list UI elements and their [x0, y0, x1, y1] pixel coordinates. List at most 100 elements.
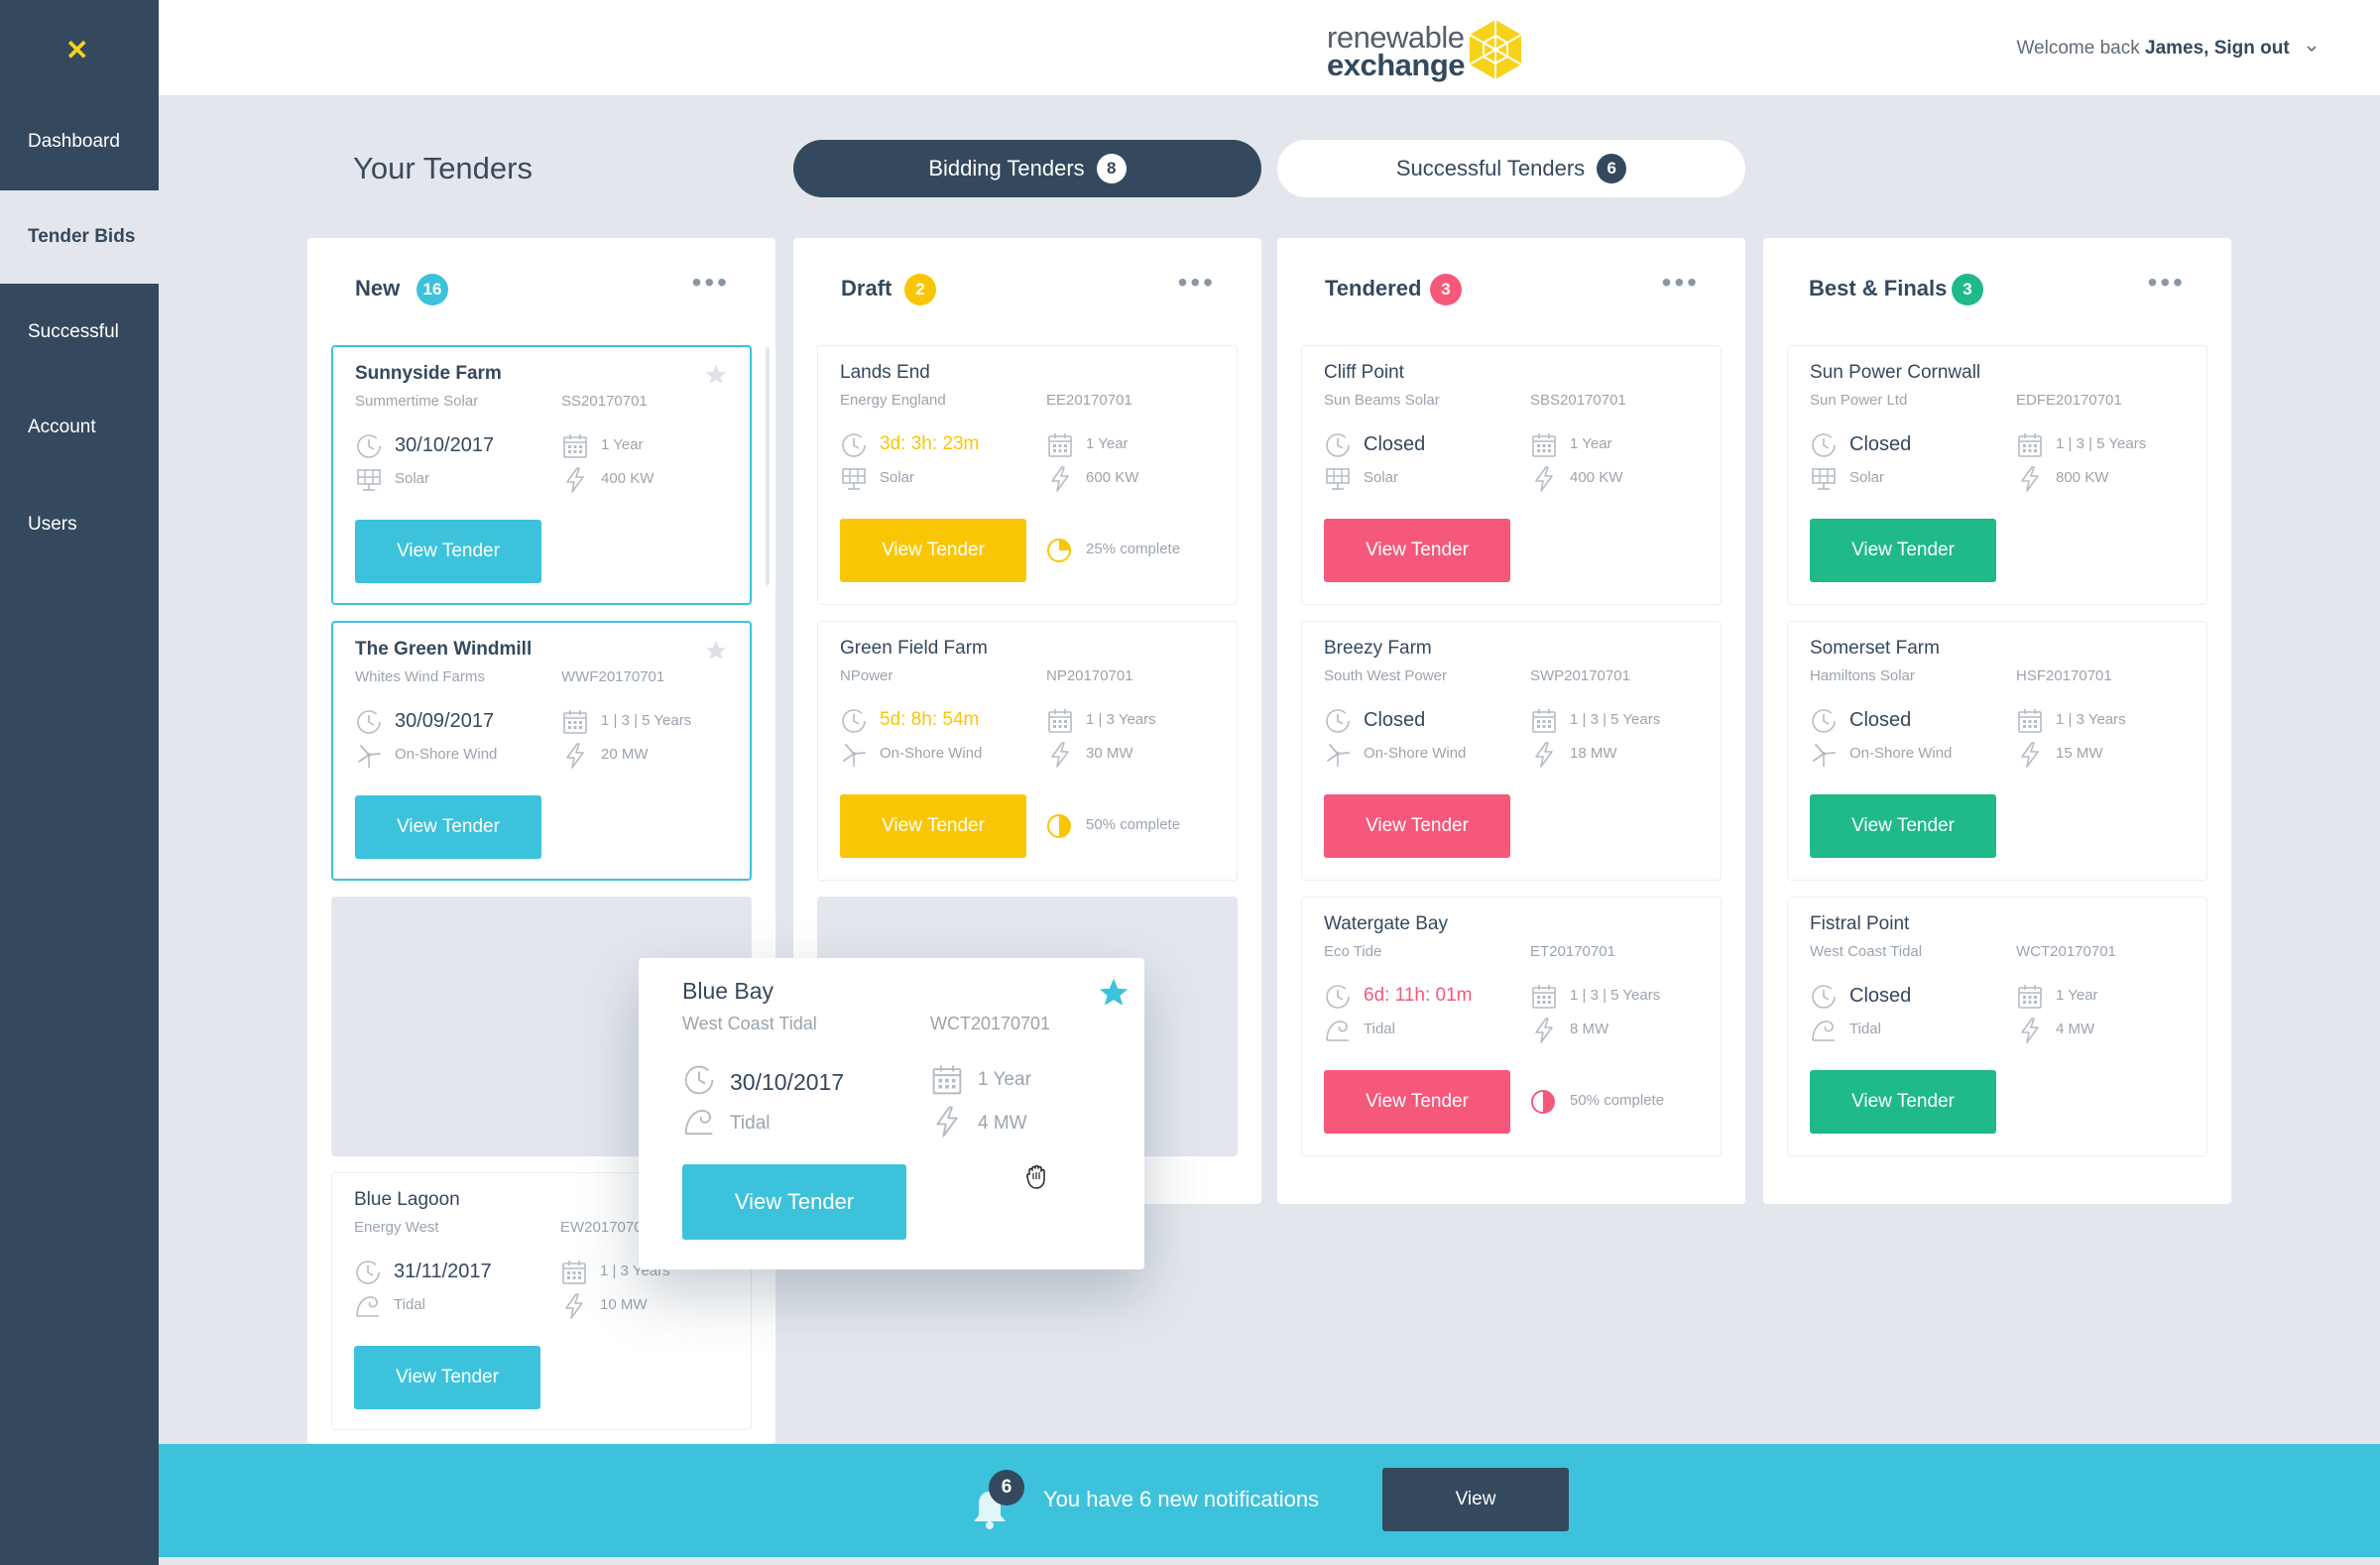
welcome-prefix: Welcome back: [2016, 38, 2140, 59]
view-tender-button[interactable]: View Tender: [354, 1346, 540, 1409]
star-icon[interactable]: [704, 639, 728, 662]
tender-type: On-Shore Wind: [1849, 745, 1953, 762]
view-tender-button[interactable]: View Tender: [1810, 1070, 1996, 1134]
tender-ref: NP20170701: [1046, 667, 1133, 684]
close-menu-icon[interactable]: ✕: [65, 37, 88, 64]
calendar-icon: [561, 432, 589, 460]
view-tender-button[interactable]: View Tender: [1324, 1070, 1510, 1134]
tender-company: Eco Tide: [1324, 943, 1382, 960]
lightning-icon: [561, 466, 589, 494]
calendar-icon: [2016, 983, 2044, 1011]
tender-power: 10 MW: [600, 1296, 648, 1313]
tender-power: 600 KW: [1086, 469, 1139, 486]
tender-ref: SS20170701: [561, 393, 648, 410]
calendar-icon: [930, 1063, 964, 1097]
tender-card[interactable]: Fistral Point West Coast Tidal WCT201707…: [1787, 897, 2207, 1156]
clock-icon: [355, 432, 383, 460]
sidebar-item-users[interactable]: Users: [0, 478, 159, 571]
tender-card[interactable]: Lands End Energy England EE20170701 3d: …: [817, 345, 1238, 605]
tab-successful-tenders[interactable]: Successful Tenders 6: [1277, 140, 1745, 197]
view-notifications-button[interactable]: View: [1382, 1468, 1569, 1531]
clock-icon: [1810, 983, 1838, 1011]
clock-icon: [355, 708, 383, 736]
tender-company: West Coast Tidal: [682, 1014, 817, 1033]
tender-ref: HSF20170701: [2016, 667, 2112, 684]
tender-term: 1 Year: [1086, 435, 1129, 452]
tender-power: 8 MW: [1570, 1021, 1609, 1037]
tender-card[interactable]: Green Field Farm NPower NP20170701 5d: 8…: [817, 621, 1238, 881]
view-tender-button[interactable]: View Tender: [682, 1164, 906, 1240]
sidebar-item-label: Tender Bids: [28, 226, 136, 247]
tender-card[interactable]: Breezy Farm South West Power SWP20170701…: [1301, 621, 1722, 881]
more-options-icon[interactable]: •••: [692, 269, 730, 297]
view-tender-button[interactable]: View Tender: [840, 519, 1026, 582]
progress-pie-icon: [1047, 539, 1071, 562]
tender-status: Closed: [1849, 709, 1912, 731]
column-title: Best & Finals: [1809, 276, 1948, 301]
tender-name: Breezy Farm: [1324, 638, 1432, 659]
more-options-icon[interactable]: •••: [1178, 269, 1216, 297]
tender-ref: WCT20170701: [930, 1014, 1051, 1033]
clock-icon: [354, 1259, 382, 1286]
tender-company: Energy West: [354, 1219, 439, 1236]
view-tender-button[interactable]: View Tender: [355, 795, 541, 859]
column-count-badge: 2: [904, 274, 936, 305]
calendar-icon: [1046, 431, 1074, 459]
sidebar: ✕ Dashboard Tender Bids Successful Accou…: [0, 0, 159, 1565]
view-tender-button[interactable]: View Tender: [1324, 519, 1510, 582]
sidebar-item-label: Users: [28, 514, 77, 535]
wind-turbine-icon: [355, 742, 383, 770]
calendar-icon: [1530, 983, 1558, 1011]
more-options-icon[interactable]: •••: [2148, 269, 2186, 297]
tender-card[interactable]: Somerset Farm Hamiltons Solar HSF2017070…: [1787, 621, 2207, 881]
sidebar-item-successful[interactable]: Successful: [0, 286, 159, 379]
tender-name: Sunnyside Farm: [355, 363, 502, 384]
view-tender-button[interactable]: View Tender: [1324, 794, 1510, 858]
tender-ref: EW2017070: [560, 1219, 643, 1236]
tender-term: 1 | 3 | 5 Years: [1570, 711, 1661, 728]
calendar-icon: [1530, 431, 1558, 459]
tender-card[interactable]: Cliff Point Sun Beams Solar SBS20170701 …: [1301, 345, 1722, 605]
tender-card[interactable]: Sun Power Cornwall Sun Power Ltd EDFE201…: [1787, 345, 2207, 605]
tender-card[interactable]: The Green Windmill Whites Wind Farms WWF…: [331, 621, 752, 881]
tender-type: Tidal: [1849, 1021, 1881, 1037]
tender-power: 4 MW: [2056, 1021, 2095, 1037]
view-tender-button[interactable]: View Tender: [355, 520, 541, 583]
view-tender-button[interactable]: View Tender: [1810, 519, 1996, 582]
tender-term: 1 | 3 | 5 Years: [601, 712, 692, 729]
tender-card[interactable]: Sunnyside Farm Summertime Solar SS201707…: [331, 345, 752, 605]
calendar-icon: [1046, 707, 1074, 735]
tender-type: Solar: [880, 469, 915, 486]
welcome-menu[interactable]: Welcome back James, Sign out: [2016, 38, 2319, 60]
wave-icon: [354, 1292, 382, 1320]
sidebar-item-tender-bids[interactable]: Tender Bids: [0, 190, 159, 284]
progress-text: 50% complete: [1086, 816, 1181, 833]
welcome-user[interactable]: James, Sign out: [2145, 38, 2290, 59]
scrollbar[interactable]: [766, 347, 770, 585]
chevron-down-icon[interactable]: [2305, 44, 2319, 54]
dragging-tender-card[interactable]: Blue Bay West Coast Tidal WCT20170701 30…: [639, 958, 1144, 1269]
clock-icon: [840, 707, 868, 735]
view-tender-button[interactable]: View Tender: [840, 794, 1026, 858]
tab-bidding-tenders[interactable]: Bidding Tenders 8: [793, 140, 1261, 197]
sidebar-item-account[interactable]: Account: [0, 381, 159, 474]
sidebar-item-dashboard[interactable]: Dashboard: [0, 95, 159, 188]
column-title: Tendered: [1325, 276, 1422, 301]
progress-pie-icon: [1531, 1090, 1555, 1114]
clock-icon: [1324, 431, 1352, 459]
tender-ref: SBS20170701: [1530, 392, 1626, 409]
calendar-icon: [2016, 707, 2044, 735]
star-icon[interactable]: [704, 363, 728, 387]
logo[interactable]: renewable exchange: [1327, 22, 1466, 80]
more-options-icon[interactable]: •••: [1662, 269, 1700, 297]
view-tender-button[interactable]: View Tender: [1810, 794, 1996, 858]
tender-type: Solar: [1849, 469, 1885, 486]
tender-term: 1 Year: [978, 1069, 1031, 1090]
tender-name: Blue Lagoon: [354, 1189, 460, 1210]
lightning-icon: [1046, 741, 1074, 769]
tender-card[interactable]: Watergate Bay Eco Tide ET20170701 6d: 11…: [1301, 897, 1722, 1156]
tender-company: West Coast Tidal: [1810, 943, 1923, 960]
star-filled-icon[interactable]: [1097, 976, 1130, 1010]
wave-icon: [1324, 1017, 1352, 1044]
tender-status: Closed: [1364, 709, 1426, 731]
